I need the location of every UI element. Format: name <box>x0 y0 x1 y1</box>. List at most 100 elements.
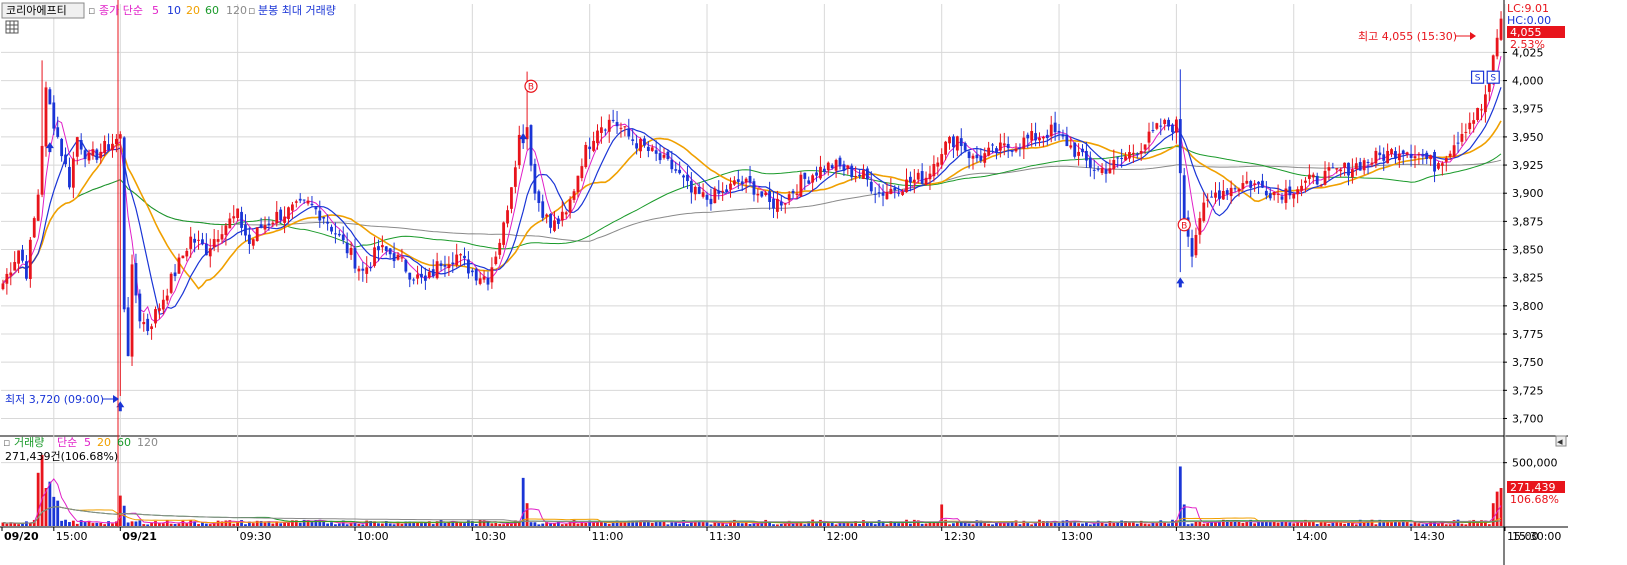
candle-body <box>1163 119 1167 125</box>
volume-bar <box>91 523 95 526</box>
candle-body <box>201 239 204 245</box>
volume-bar <box>1065 520 1069 526</box>
volume-bar <box>1186 524 1190 526</box>
volume-bar <box>1347 522 1350 526</box>
volume-bar <box>549 523 552 526</box>
candle-body <box>173 272 177 277</box>
candle-body <box>1448 153 1452 157</box>
candle-body <box>165 295 169 301</box>
candle-body <box>330 226 333 232</box>
candle-body <box>854 175 858 177</box>
candle-body <box>779 201 783 206</box>
volume-bar <box>600 522 603 526</box>
candle-body <box>408 272 412 280</box>
buy-signal-label: B <box>1181 221 1187 231</box>
candle-body <box>232 216 236 219</box>
volume-bar <box>862 520 865 526</box>
candle-body <box>807 180 811 184</box>
candle-body <box>122 137 126 310</box>
header-square-icon-2: ▫ <box>248 4 255 17</box>
candle-body <box>811 175 815 183</box>
candle-body <box>740 181 744 185</box>
candle-body <box>369 266 373 268</box>
volume-bar <box>564 523 568 526</box>
candle-body <box>533 163 537 194</box>
candle-body <box>150 326 153 330</box>
volume-bar <box>1198 521 1202 526</box>
volume-bar <box>1171 519 1174 526</box>
stock-chart[interactable]: B B S S 3,700 3,725 3,750 3,775 3,800 3,825 3,850… <box>0 0 1627 565</box>
candle-body <box>1096 168 1100 170</box>
candle-body <box>306 200 310 204</box>
candle-body <box>158 308 161 311</box>
candle-body <box>529 125 533 166</box>
candle-body <box>1413 156 1417 159</box>
candle-body <box>1311 174 1315 178</box>
candle-body <box>126 307 130 357</box>
candle-body <box>920 171 924 184</box>
table-icon[interactable] <box>5 20 19 34</box>
candle-body <box>932 163 936 177</box>
time-tick-label: 11:30 <box>709 530 741 543</box>
time-tick-label: 09/21 <box>122 530 157 543</box>
volume-bar <box>161 523 165 526</box>
volume-bar <box>701 522 705 526</box>
candle-body <box>154 309 157 324</box>
volume-bar <box>185 523 189 526</box>
candle-body <box>1026 134 1030 139</box>
volume-bar <box>1339 522 1343 526</box>
candle-body <box>596 130 599 144</box>
candle-body <box>68 166 71 188</box>
candle-body <box>314 207 318 210</box>
candle-body <box>1124 156 1127 161</box>
low-annotation: 최저 3,720 (09:00) <box>5 393 104 406</box>
candle-body <box>1116 157 1120 159</box>
volume-bar <box>244 524 247 526</box>
volume-bar <box>1002 523 1006 526</box>
candle-body <box>850 165 854 178</box>
volume-bar <box>474 524 478 526</box>
candle-body <box>1022 137 1026 149</box>
volume-bar <box>885 524 889 526</box>
price-tick-label: 3,925 <box>1512 159 1544 172</box>
price-tick-label: 4,000 <box>1512 75 1544 88</box>
volume-bar <box>1229 521 1233 526</box>
candle-body <box>682 175 685 178</box>
candle-body <box>1386 150 1390 164</box>
volume-bar <box>1444 524 1448 526</box>
candle-body <box>553 220 556 231</box>
volume-bar <box>1397 522 1401 526</box>
candle-body <box>678 169 682 174</box>
volume-bar <box>971 524 975 526</box>
price-tick-label: 3,750 <box>1512 356 1544 369</box>
candle-body <box>650 147 654 151</box>
candle-body <box>40 145 44 195</box>
volume-bar <box>1143 523 1147 526</box>
candle-body <box>1092 169 1096 171</box>
volume-ma20: 20 <box>97 436 111 449</box>
candle-body <box>56 127 60 137</box>
volume-bar <box>380 523 384 526</box>
volume-bar <box>619 522 623 526</box>
time-tick-label: 09/20 <box>4 530 39 543</box>
candle-body <box>416 274 419 279</box>
candle-body <box>9 272 13 276</box>
candle-body <box>28 239 32 279</box>
candle-body <box>940 154 944 165</box>
candle-body <box>1476 107 1479 121</box>
candle-body <box>909 176 912 183</box>
candle-body <box>1315 175 1319 185</box>
volume-bar <box>494 522 498 526</box>
stock-name: 코리아에프티 <box>6 4 67 17</box>
candle-body <box>819 166 822 179</box>
candle-body <box>490 267 494 283</box>
volume-bar <box>1104 523 1108 526</box>
volume-bar <box>576 523 580 526</box>
candle-body <box>103 140 107 154</box>
candle-body <box>912 179 916 183</box>
candle-body <box>1331 167 1335 169</box>
candle-body <box>75 137 79 157</box>
volume-bar <box>173 524 177 526</box>
volume-bar <box>400 523 404 526</box>
candle-body <box>1335 168 1339 170</box>
